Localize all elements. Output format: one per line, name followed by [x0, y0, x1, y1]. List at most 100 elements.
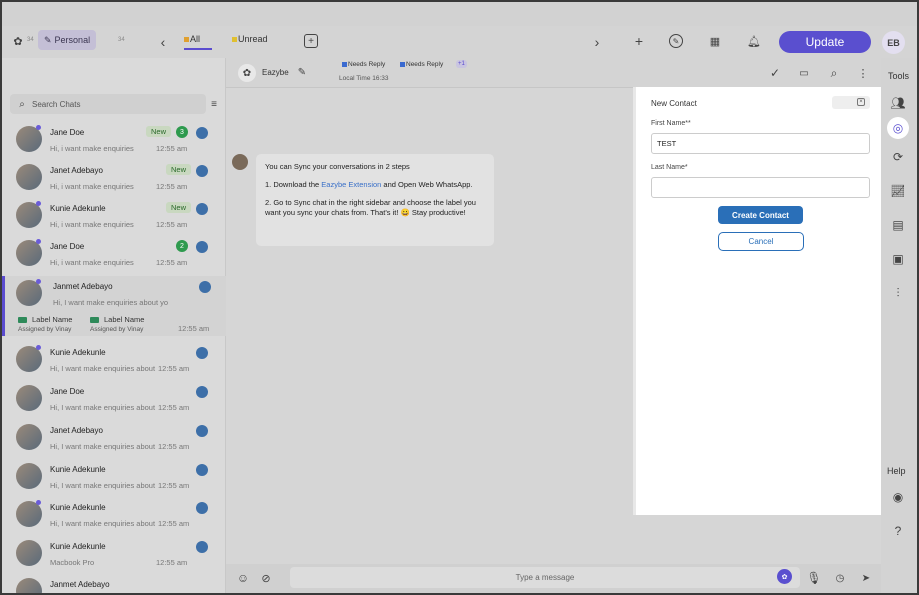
chat-name: Kunie Adekunle	[50, 542, 106, 551]
user-avatar[interactable]: EB	[882, 31, 905, 54]
more-options-icon[interactable]: ⋮	[858, 66, 869, 80]
add-tab-icon[interactable]: +	[304, 34, 318, 48]
chat-item[interactable]: Kunie Adekunle Hi, i want make enquiries…	[2, 198, 226, 236]
cancel-button[interactable]: Cancel	[718, 232, 804, 251]
whatsapp-icon	[196, 464, 208, 476]
message-input[interactable]: Type a message	[290, 567, 800, 588]
chat-message: Hi, I want make enquiries about	[50, 519, 156, 528]
tab-personal[interactable]: ✎ Personal	[38, 30, 97, 50]
calendar-icon[interactable]: ▦	[708, 34, 722, 48]
whatsapp-icon	[196, 241, 208, 253]
status-dot	[36, 345, 41, 350]
new-contact-panel: New Contact × First Name** TEST Last Nam…	[633, 87, 883, 515]
whatsapp-icon	[199, 281, 211, 293]
chat-item[interactable]: Janet Adebayo Hi, i want make enquiries …	[2, 160, 226, 198]
chat-message: Hi, I want make enquiries about	[50, 442, 156, 451]
chevron-left-icon[interactable]: ‹	[156, 34, 170, 50]
schedule-icon[interactable]: ◷	[833, 571, 847, 585]
chat-name: Kunie Adekunle	[50, 503, 106, 512]
edit-icon[interactable]: ✎	[296, 66, 308, 78]
contact-avatar[interactable]: ✿	[238, 64, 256, 82]
avatar	[16, 164, 42, 190]
tab-all[interactable]: All	[184, 34, 212, 50]
video-icon[interactable]: ▭	[796, 66, 812, 80]
avatar	[16, 424, 42, 450]
tab-all-label: All	[190, 34, 201, 44]
chat-message: Hi, I want make enquiries about	[50, 481, 156, 490]
question-icon[interactable]: ?	[890, 523, 906, 539]
status-dot	[36, 279, 41, 284]
chat-item[interactable]: Kunie Adekunle Hi, I want make enquiries…	[2, 497, 226, 535]
panel-title: New Contact	[651, 99, 697, 108]
chat-message: Hi, i want make enquiries	[50, 144, 134, 153]
more-labels-badge[interactable]: +1	[456, 60, 467, 68]
chat-item[interactable]: Jane Doe Hi, i want make enquiries 12:55…	[2, 122, 226, 160]
filter-icon[interactable]: ≡	[208, 98, 220, 110]
chat-item[interactable]: Jane Doe Hi, i want make enquiries 12:55…	[2, 236, 226, 274]
chat-item[interactable]: Jane Doe Hi, I want make enquiries about…	[2, 381, 226, 419]
refresh-icon[interactable]: ⟳	[890, 149, 906, 165]
search-icon[interactable]: ⌕	[827, 66, 841, 80]
create-contact-button[interactable]: Create Contact	[718, 206, 803, 224]
support-icon[interactable]: ◉	[890, 489, 906, 505]
chat-item[interactable]: Kunie Adekunle Macbook Pro 12:55 am	[2, 536, 226, 574]
microphone-icon[interactable]: 🎙︎	[806, 571, 821, 585]
chat-time: 12:55 am	[158, 364, 190, 373]
tab-all-color	[184, 36, 189, 42]
analytics-icon[interactable]: 📈︎	[890, 183, 906, 199]
chat-message: Hi, I want make enquiries about	[50, 403, 156, 412]
attach-icon[interactable]: ⊘	[259, 571, 273, 585]
pill-color	[342, 62, 347, 67]
search-icon: ⌕	[19, 98, 25, 110]
message-placeholder: Type a message	[515, 573, 575, 582]
settings-sliders-icon[interactable]: ⫶	[890, 285, 906, 301]
chat-time: 12:55 am	[156, 182, 188, 191]
chat-item[interactable]: Kunie Adekunle Hi, I want make enquiries…	[2, 342, 226, 380]
emoji-icon[interactable]: ☺	[236, 571, 250, 585]
send-icon[interactable]: ➤	[859, 571, 873, 585]
chevron-right-icon[interactable]: ›	[590, 34, 604, 50]
chat-time: 12:55 am	[156, 220, 188, 229]
pill-label: Needs Reply	[406, 61, 444, 68]
label-pill[interactable]: Needs Reply	[400, 61, 443, 68]
eazybe-action-icon[interactable]: ✿	[777, 569, 792, 584]
chat-time: 12:55 am	[158, 481, 190, 490]
update-button[interactable]: Update	[779, 31, 871, 53]
step-1-text-end: and Open Web WhatsApp.	[381, 180, 473, 190]
message-line: You can Sync your conversations in 2 ste…	[265, 162, 410, 171]
chat-item[interactable]: Janmet Adebayo	[2, 574, 226, 593]
whatsapp-icon	[196, 165, 208, 177]
chat-message: Hi, I want make enquiries about	[50, 364, 156, 373]
chat-item[interactable]: Kunie Adekunle Hi, I want make enquiries…	[2, 459, 226, 497]
close-icon[interactable]: ×	[857, 98, 865, 106]
first-name-field[interactable]: TEST	[651, 133, 870, 154]
eazybe-extension-link[interactable]: Eazybe Extension	[321, 180, 381, 189]
status-dot	[36, 239, 41, 244]
bell-icon[interactable]: 🔔︎	[747, 34, 761, 48]
chat-time: 12:55 am	[178, 324, 210, 333]
chat-item-selected[interactable]: Janmet Adebayo Hi, I want make enquiries…	[2, 276, 226, 336]
avatar	[16, 578, 42, 593]
label-tag: Label Name	[90, 315, 144, 324]
whatsapp-icon	[196, 203, 208, 215]
chat-time: 12:55 am	[156, 258, 188, 267]
label-tag: Label Name	[18, 315, 72, 324]
chat-header: ✿ Eazybe ✎ Needs Reply Needs Reply +1 Lo…	[226, 58, 881, 88]
top-strip	[2, 2, 917, 26]
contacts-icon[interactable]: 👥︎	[890, 95, 906, 111]
last-name-label: Last Name*	[651, 164, 688, 171]
compose-icon[interactable]: ✎	[669, 34, 683, 48]
last-name-field[interactable]	[651, 177, 870, 198]
whatsapp-icon	[196, 347, 208, 359]
sync-icon[interactable]: ◎	[887, 117, 909, 139]
avatar	[16, 540, 42, 566]
chat-list-panel: ⌕ Search Chats ≡ Jane Doe Hi, i want mak…	[2, 58, 226, 593]
building-icon[interactable]: ▤	[890, 217, 906, 233]
tab-unread[interactable]: Unread	[232, 34, 268, 44]
plus-icon[interactable]: +	[632, 33, 646, 49]
check-icon[interactable]: ✓	[768, 66, 782, 80]
label-pill[interactable]: Needs Reply	[342, 61, 385, 68]
apps-icon[interactable]: ▣	[890, 251, 906, 267]
chat-item[interactable]: Janet Adebayo Hi, I want make enquiries …	[2, 420, 226, 458]
search-chats-input[interactable]: ⌕ Search Chats	[10, 94, 206, 114]
